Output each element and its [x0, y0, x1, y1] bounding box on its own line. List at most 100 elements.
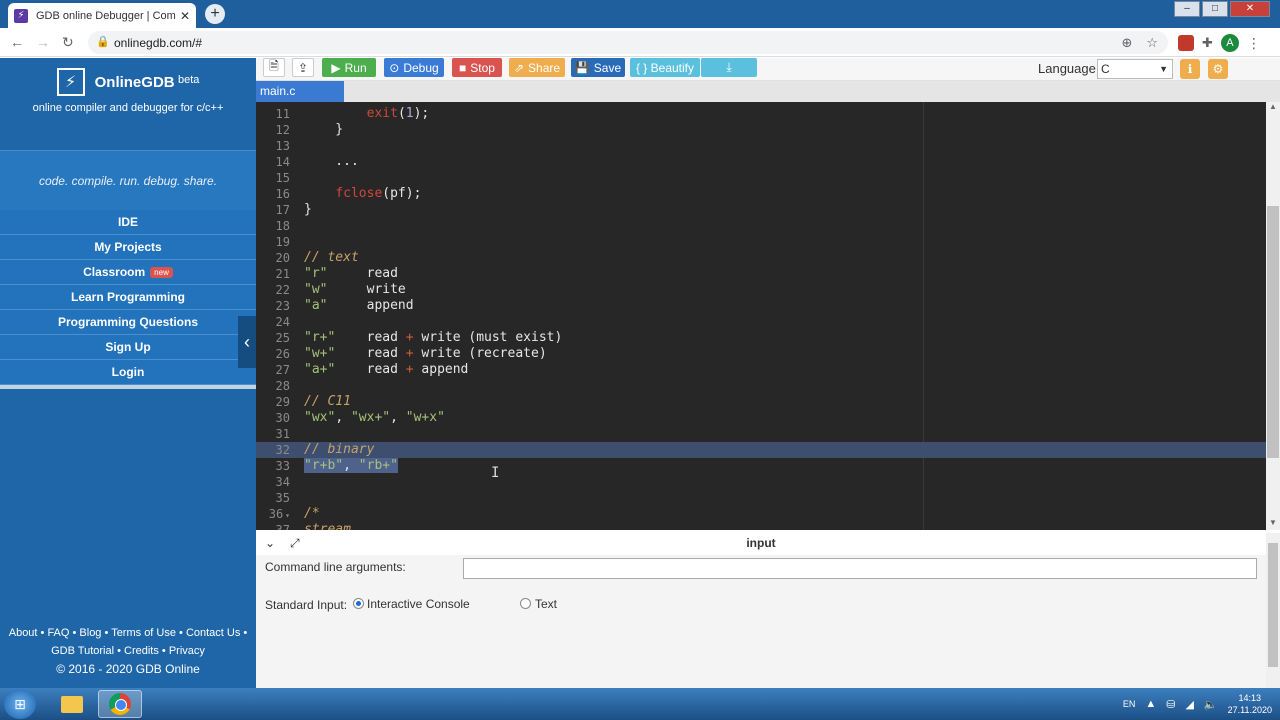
code-line[interactable]: 36 ▾/*	[256, 506, 1266, 522]
scroll-up-icon[interactable]: ▲	[1266, 102, 1280, 114]
code-line[interactable]: 27 "a+" read + append	[256, 362, 1266, 378]
fold-arrow-icon[interactable]: ▾	[285, 511, 290, 520]
code-line[interactable]: 30 "wx", "wx+", "w+x"	[256, 410, 1266, 426]
code-line[interactable]: 37 stream	[256, 522, 1266, 530]
line-number: 28	[275, 379, 290, 393]
footer-links-row2[interactable]: GDB Tutorial • Credits • Privacy	[0, 642, 256, 660]
code-text: "r+" read + write (must exist)	[304, 330, 563, 345]
interactive-console-label[interactable]: Interactive Console	[367, 597, 470, 611]
code-line[interactable]: 13	[256, 138, 1266, 154]
sidebar-item-ide[interactable]: IDE	[0, 210, 256, 235]
line-number: 25	[275, 331, 290, 345]
forward-arrow-icon[interactable]: →	[36, 34, 50, 50]
code-line[interactable]: 17}	[256, 202, 1266, 218]
language-select[interactable]: C ▼	[1097, 59, 1173, 79]
debug-button[interactable]: ⊙ Debug	[384, 58, 444, 77]
code-line[interactable]: 24	[256, 314, 1266, 330]
sidebar-item-my-projects[interactable]: My Projects	[0, 235, 256, 260]
save-button[interactable]: 💾 Save	[571, 58, 625, 77]
code-line[interactable]: 20 // text	[256, 250, 1266, 266]
sidebar-item-login[interactable]: Login	[0, 360, 256, 385]
run-button[interactable]: ▶ Run	[322, 58, 376, 77]
code-line[interactable]: 16 fclose(pf);	[256, 186, 1266, 202]
stop-button[interactable]: ■ Stop	[452, 58, 502, 77]
settings-button[interactable]: ⚙	[1208, 59, 1228, 79]
editor-scroll-thumb[interactable]	[1267, 206, 1279, 458]
taskbar-explorer[interactable]	[50, 690, 94, 718]
network-icon[interactable]: ◢	[1185, 698, 1193, 711]
minimize-button[interactable]: –	[1174, 1, 1200, 17]
volume-icon[interactable]: 🔈	[1204, 698, 1218, 711]
clock[interactable]: 14:13 27.11.2020	[1228, 692, 1272, 716]
code-line[interactable]: 11 exit(1);	[256, 106, 1266, 122]
interactive-console-radio[interactable]	[353, 598, 364, 609]
start-button-windows-icon[interactable]: ⊞	[4, 689, 36, 719]
code-editor[interactable]: 11 exit(1); 12 } 13 14 ... 15 16 fclose(pf); 1…	[256, 102, 1266, 530]
footer-links-row1[interactable]: About • FAQ • Blog • Terms of Use • Cont…	[0, 624, 256, 642]
onlinegdb-logo-icon[interactable]: ⚡	[56, 68, 85, 96]
puzzle-icon[interactable]: ✚	[1202, 35, 1213, 51]
logo-area: ⚡ OnlineGDB beta online compiler and deb…	[0, 58, 256, 150]
code-line[interactable]: 21 "r" read	[256, 266, 1266, 282]
usb-device-icon[interactable]: ⛁	[1166, 698, 1175, 711]
code-line[interactable]: 34	[256, 474, 1266, 490]
line-number: 30	[275, 411, 290, 425]
sidebar-collapse-chevron-icon[interactable]: ‹	[238, 316, 256, 368]
extension-icon[interactable]	[1178, 35, 1194, 51]
code-line[interactable]: 33 "r+b", "rb+"	[256, 458, 1266, 474]
code-line[interactable]: 35	[256, 490, 1266, 506]
maximize-button[interactable]: □	[1202, 1, 1228, 17]
close-tab-icon[interactable]: ✕	[180, 9, 190, 23]
code-line[interactable]: 14 ...	[256, 154, 1266, 170]
beautify-label: { } Beautify	[635, 60, 695, 75]
sidebar-item-classroom[interactable]: Classroom new	[0, 260, 256, 285]
reload-icon[interactable]: ↻	[62, 34, 74, 51]
code-line[interactable]: 22 "w" write	[256, 282, 1266, 298]
code-line[interactable]: 18	[256, 218, 1266, 234]
code-line[interactable]: 15	[256, 170, 1266, 186]
code-line[interactable]: 28	[256, 378, 1266, 394]
url-field[interactable]: 🔒 onlinegdb.com/# ⊕ ☆	[88, 31, 1168, 54]
scroll-down-icon[interactable]: ▼	[1266, 518, 1280, 530]
code-line[interactable]: 29 // C11	[256, 394, 1266, 410]
new-tab-button[interactable]: +	[205, 4, 225, 24]
code-text: exit(1);	[366, 106, 430, 121]
upload-button[interactable]: ⇪	[292, 58, 314, 77]
download-button[interactable]: ⤓	[701, 58, 757, 77]
code-line[interactable]: 26 "w+" read + write (recreate)	[256, 346, 1266, 362]
browser-tab[interactable]: ⚡ GDB online Debugger | Compile ✕	[8, 3, 196, 28]
text-radio-label[interactable]: Text	[535, 597, 557, 611]
input-panel-scroll-thumb[interactable]	[1268, 543, 1278, 667]
tray-expand-icon[interactable]: ▲	[1145, 698, 1156, 710]
close-window-button[interactable]: ✕	[1230, 1, 1270, 17]
sidebar-item-learn-programming[interactable]: Learn Programming	[0, 285, 256, 310]
share-button[interactable]: ⇗ Share	[509, 58, 565, 77]
window-controls: – □ ✕	[1174, 1, 1270, 17]
code-line[interactable]: 31	[256, 426, 1266, 442]
zoom-icon[interactable]: ⊕	[1121, 35, 1132, 51]
code-text: // binary	[304, 442, 375, 457]
bookmark-star-icon[interactable]: ☆	[1146, 35, 1158, 51]
logo-name[interactable]: OnlineGDB	[95, 74, 175, 91]
editor-scrollbar[interactable]: ▲ ▼	[1266, 102, 1280, 530]
kebab-menu-icon[interactable]: ⋮	[1247, 35, 1261, 52]
code-line[interactable]: 19	[256, 234, 1266, 250]
beautify-button[interactable]: { } Beautify	[630, 58, 700, 77]
code-line[interactable]: 25 "r+" read + write (must exist)	[256, 330, 1266, 346]
input-panel-scrollbar[interactable]	[1266, 533, 1280, 688]
keyboard-language[interactable]: EN	[1123, 699, 1136, 709]
file-tab-main-c[interactable]: main.c	[256, 81, 344, 102]
new-file-button[interactable]: 🗎	[263, 58, 285, 77]
command-line-arguments-input[interactable]	[463, 558, 1257, 579]
code-line[interactable]: 32 // binary	[256, 442, 1266, 458]
code-line[interactable]: 12 }	[256, 122, 1266, 138]
code-line[interactable]: 23 "a" append	[256, 298, 1266, 314]
sidebar-item-programming-questions[interactable]: Programming Questions	[0, 310, 256, 335]
back-arrow-icon[interactable]: ←	[10, 34, 24, 50]
info-button[interactable]: ℹ	[1180, 59, 1200, 79]
text-radio[interactable]	[520, 598, 531, 609]
taskbar-chrome[interactable]	[98, 690, 142, 718]
avatar[interactable]: A	[1220, 34, 1239, 52]
input-panel: Command line arguments: Standard Input: …	[256, 555, 1266, 688]
sidebar-item-sign-up[interactable]: Sign Up	[0, 335, 256, 360]
